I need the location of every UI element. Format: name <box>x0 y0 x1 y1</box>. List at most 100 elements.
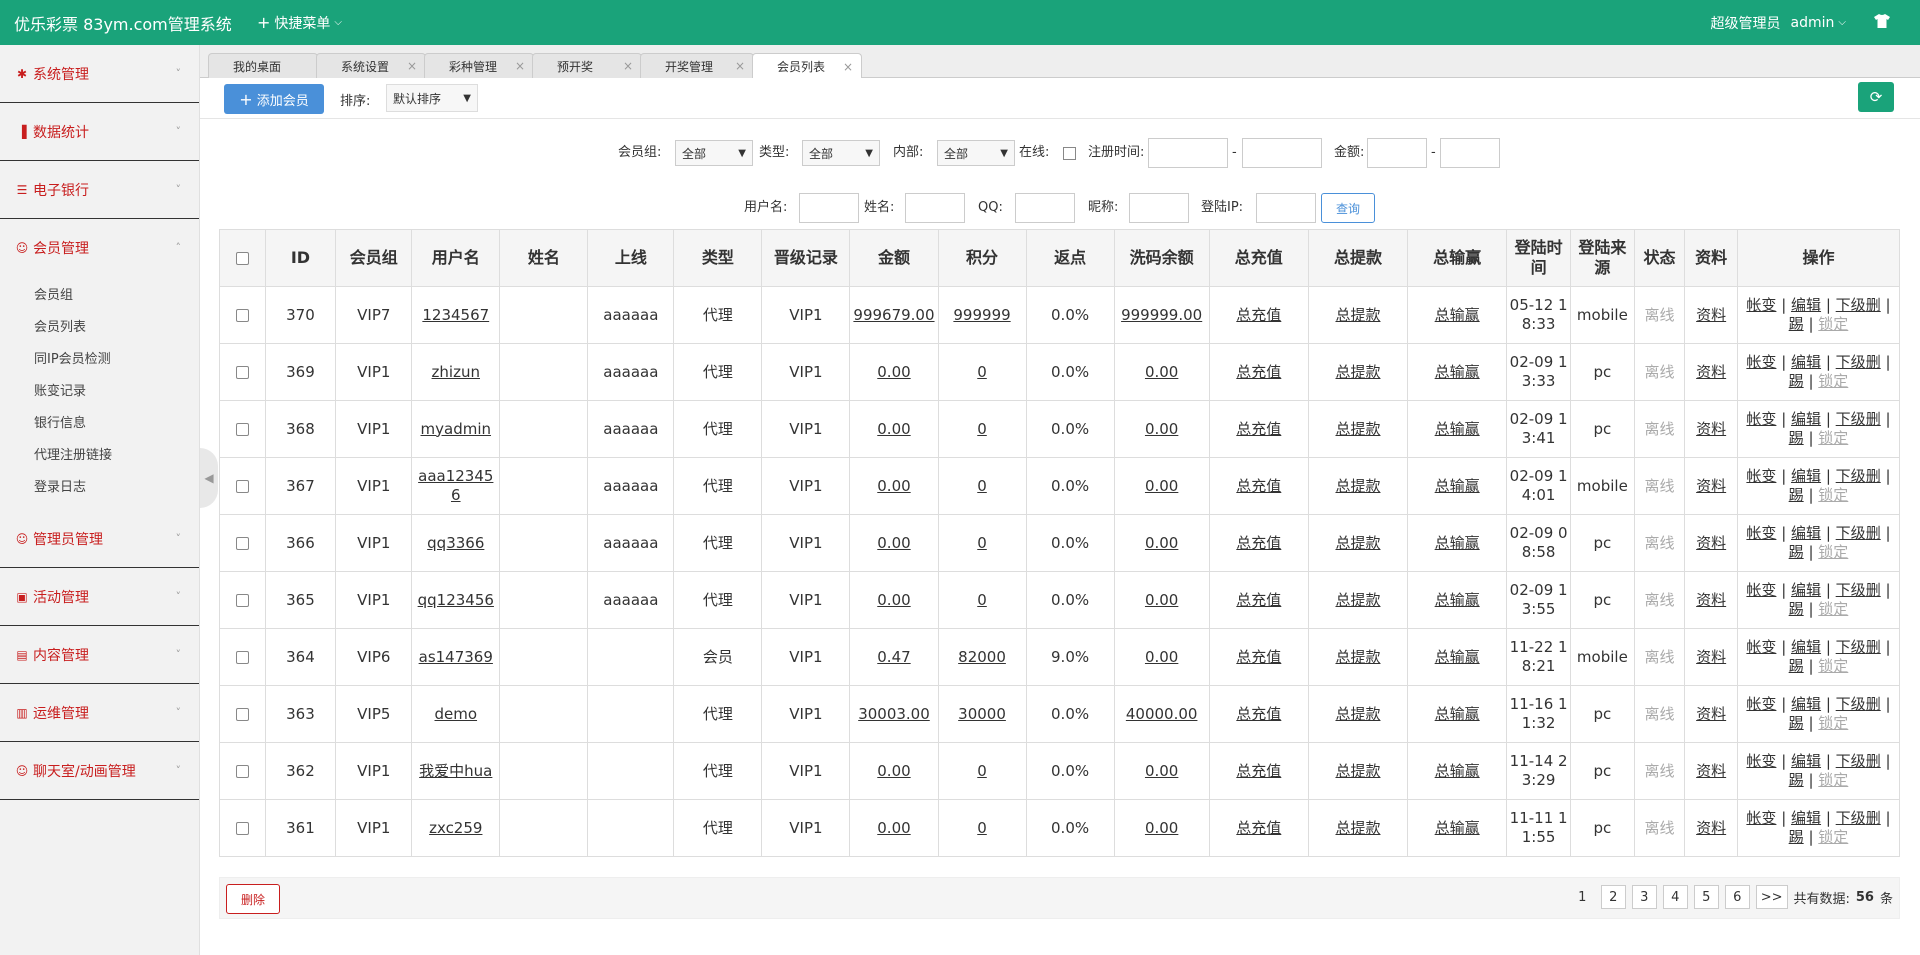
sidebar-item[interactable]: 同IP会员检测 <box>0 344 199 376</box>
sidebar-item[interactable]: 登录日志 <box>0 472 199 504</box>
wash-balance-link[interactable]: 0.00 <box>1145 648 1178 666</box>
next-page-button[interactable]: >> <box>1755 885 1788 909</box>
points-link[interactable]: 0 <box>977 420 987 438</box>
sidebar-group-header[interactable]: ✱ 系统管理 ˅ <box>0 45 199 102</box>
kick-link[interactable]: 踢 <box>1789 714 1804 732</box>
close-icon[interactable]: × <box>843 60 853 74</box>
kick-link[interactable]: 踢 <box>1789 372 1804 390</box>
amount-link[interactable]: 999679.00 <box>853 306 934 324</box>
total-winloss-link[interactable]: 总输赢 <box>1435 534 1480 552</box>
total-withdraw-link[interactable]: 总提款 <box>1335 591 1380 609</box>
profile-link[interactable]: 资料 <box>1696 420 1726 438</box>
amount-max-input[interactable] <box>1440 138 1500 168</box>
points-link[interactable]: 0 <box>977 819 987 837</box>
subordinates-link[interactable]: 下级 <box>1836 638 1866 656</box>
profile-link[interactable]: 资料 <box>1696 819 1726 837</box>
tab[interactable]: 我的桌面 <box>208 53 318 78</box>
username-link[interactable]: zhizun <box>432 363 480 381</box>
refresh-button[interactable]: ⟳ <box>1858 82 1894 112</box>
total-withdraw-link[interactable]: 总提款 <box>1335 420 1380 438</box>
row-checkbox[interactable] <box>235 821 249 835</box>
edit-link[interactable]: 编辑 <box>1791 410 1821 428</box>
edit-link[interactable]: 编辑 <box>1791 809 1821 827</box>
points-link[interactable]: 82000 <box>958 648 1006 666</box>
total-winloss-link[interactable]: 总输赢 <box>1435 819 1480 837</box>
total-withdraw-link[interactable]: 总提款 <box>1335 306 1380 324</box>
sidebar-item[interactable]: 银行信息 <box>0 408 199 440</box>
register-time-end-input[interactable] <box>1242 138 1322 168</box>
delete-link[interactable]: 删 <box>1866 809 1881 827</box>
kick-link[interactable]: 踢 <box>1789 600 1804 618</box>
points-link[interactable]: 0 <box>977 591 987 609</box>
lock-link[interactable]: 锁定 <box>1818 828 1848 846</box>
sort-select[interactable]: 默认排序 ▼ <box>386 84 478 112</box>
change-link[interactable]: 帐变 <box>1746 581 1776 599</box>
amount-link[interactable]: 0.00 <box>877 534 910 552</box>
kick-link[interactable]: 踢 <box>1789 771 1804 789</box>
points-link[interactable]: 999999 <box>953 306 1010 324</box>
sidebar-group-header[interactable]: ▥ 运维管理 ˅ <box>0 684 199 741</box>
amount-link[interactable]: 0.00 <box>877 420 910 438</box>
amount-link[interactable]: 0.00 <box>877 762 910 780</box>
page-button[interactable]: 6 <box>1724 885 1750 909</box>
lock-link[interactable]: 锁定 <box>1818 486 1848 504</box>
total-winloss-link[interactable]: 总输赢 <box>1435 648 1480 666</box>
points-link[interactable]: 0 <box>977 534 987 552</box>
row-checkbox[interactable] <box>235 479 249 493</box>
sidebar-group-header[interactable]: ☺ 聊天室/动画管理 ˅ <box>0 742 199 799</box>
quick-menu-button[interactable]: + 快捷菜单 ⌵ <box>257 13 342 33</box>
sidebar-item[interactable]: 账变记录 <box>0 376 199 408</box>
row-checkbox[interactable] <box>235 593 249 607</box>
tab[interactable]: 彩种管理 × <box>424 53 534 78</box>
change-link[interactable]: 帐变 <box>1746 524 1776 542</box>
change-link[interactable]: 帐变 <box>1746 296 1776 314</box>
close-icon[interactable]: × <box>515 59 525 73</box>
wash-balance-link[interactable]: 40000.00 <box>1126 705 1198 723</box>
amount-link[interactable]: 0.47 <box>877 648 910 666</box>
points-link[interactable]: 0 <box>977 762 987 780</box>
register-time-start-input[interactable] <box>1148 138 1228 168</box>
total-recharge-link[interactable]: 总充值 <box>1236 306 1281 324</box>
row-checkbox[interactable] <box>235 650 249 664</box>
theme-shirt-icon[interactable] <box>1874 13 1890 32</box>
total-withdraw-link[interactable]: 总提款 <box>1335 534 1380 552</box>
username-link[interactable]: myadmin <box>421 420 492 438</box>
edit-link[interactable]: 编辑 <box>1791 467 1821 485</box>
add-member-button[interactable]: + 添加会员 <box>224 84 324 114</box>
amount-link[interactable]: 30003.00 <box>858 705 930 723</box>
delete-link[interactable]: 删 <box>1866 410 1881 428</box>
change-link[interactable]: 帐变 <box>1746 353 1776 371</box>
close-icon[interactable]: × <box>735 59 745 73</box>
type-select[interactable]: 全部 ▼ <box>802 140 880 166</box>
change-link[interactable]: 帐变 <box>1746 752 1776 770</box>
delete-link[interactable]: 删 <box>1866 752 1881 770</box>
subordinates-link[interactable]: 下级 <box>1836 296 1866 314</box>
lock-link[interactable]: 锁定 <box>1818 372 1848 390</box>
edit-link[interactable]: 编辑 <box>1791 581 1821 599</box>
total-recharge-link[interactable]: 总充值 <box>1236 762 1281 780</box>
delete-link[interactable]: 删 <box>1866 353 1881 371</box>
sidebar-collapse-toggle[interactable]: ◀ <box>200 448 218 508</box>
wash-balance-link[interactable]: 0.00 <box>1145 534 1178 552</box>
total-withdraw-link[interactable]: 总提款 <box>1335 762 1380 780</box>
profile-link[interactable]: 资料 <box>1696 705 1726 723</box>
wash-balance-link[interactable]: 0.00 <box>1145 420 1178 438</box>
row-checkbox[interactable] <box>235 536 249 550</box>
edit-link[interactable]: 编辑 <box>1791 695 1821 713</box>
points-link[interactable]: 30000 <box>958 705 1006 723</box>
sidebar-group-header[interactable]: ☺ 会员管理 ˄ <box>0 219 199 276</box>
page-button[interactable]: 3 <box>1631 885 1657 909</box>
total-recharge-link[interactable]: 总充值 <box>1236 363 1281 381</box>
lock-link[interactable]: 锁定 <box>1818 714 1848 732</box>
nickname-filter-input[interactable] <box>1129 193 1189 223</box>
lock-link[interactable]: 锁定 <box>1818 600 1848 618</box>
subordinates-link[interactable]: 下级 <box>1836 524 1866 542</box>
edit-link[interactable]: 编辑 <box>1791 296 1821 314</box>
delete-link[interactable]: 删 <box>1866 695 1881 713</box>
delete-button[interactable]: 删除 <box>226 884 280 914</box>
kick-link[interactable]: 踢 <box>1789 657 1804 675</box>
row-checkbox[interactable] <box>235 308 249 322</box>
page-button[interactable]: 2 <box>1600 885 1626 909</box>
total-recharge-link[interactable]: 总充值 <box>1236 705 1281 723</box>
internal-select[interactable]: 全部 ▼ <box>937 140 1015 166</box>
